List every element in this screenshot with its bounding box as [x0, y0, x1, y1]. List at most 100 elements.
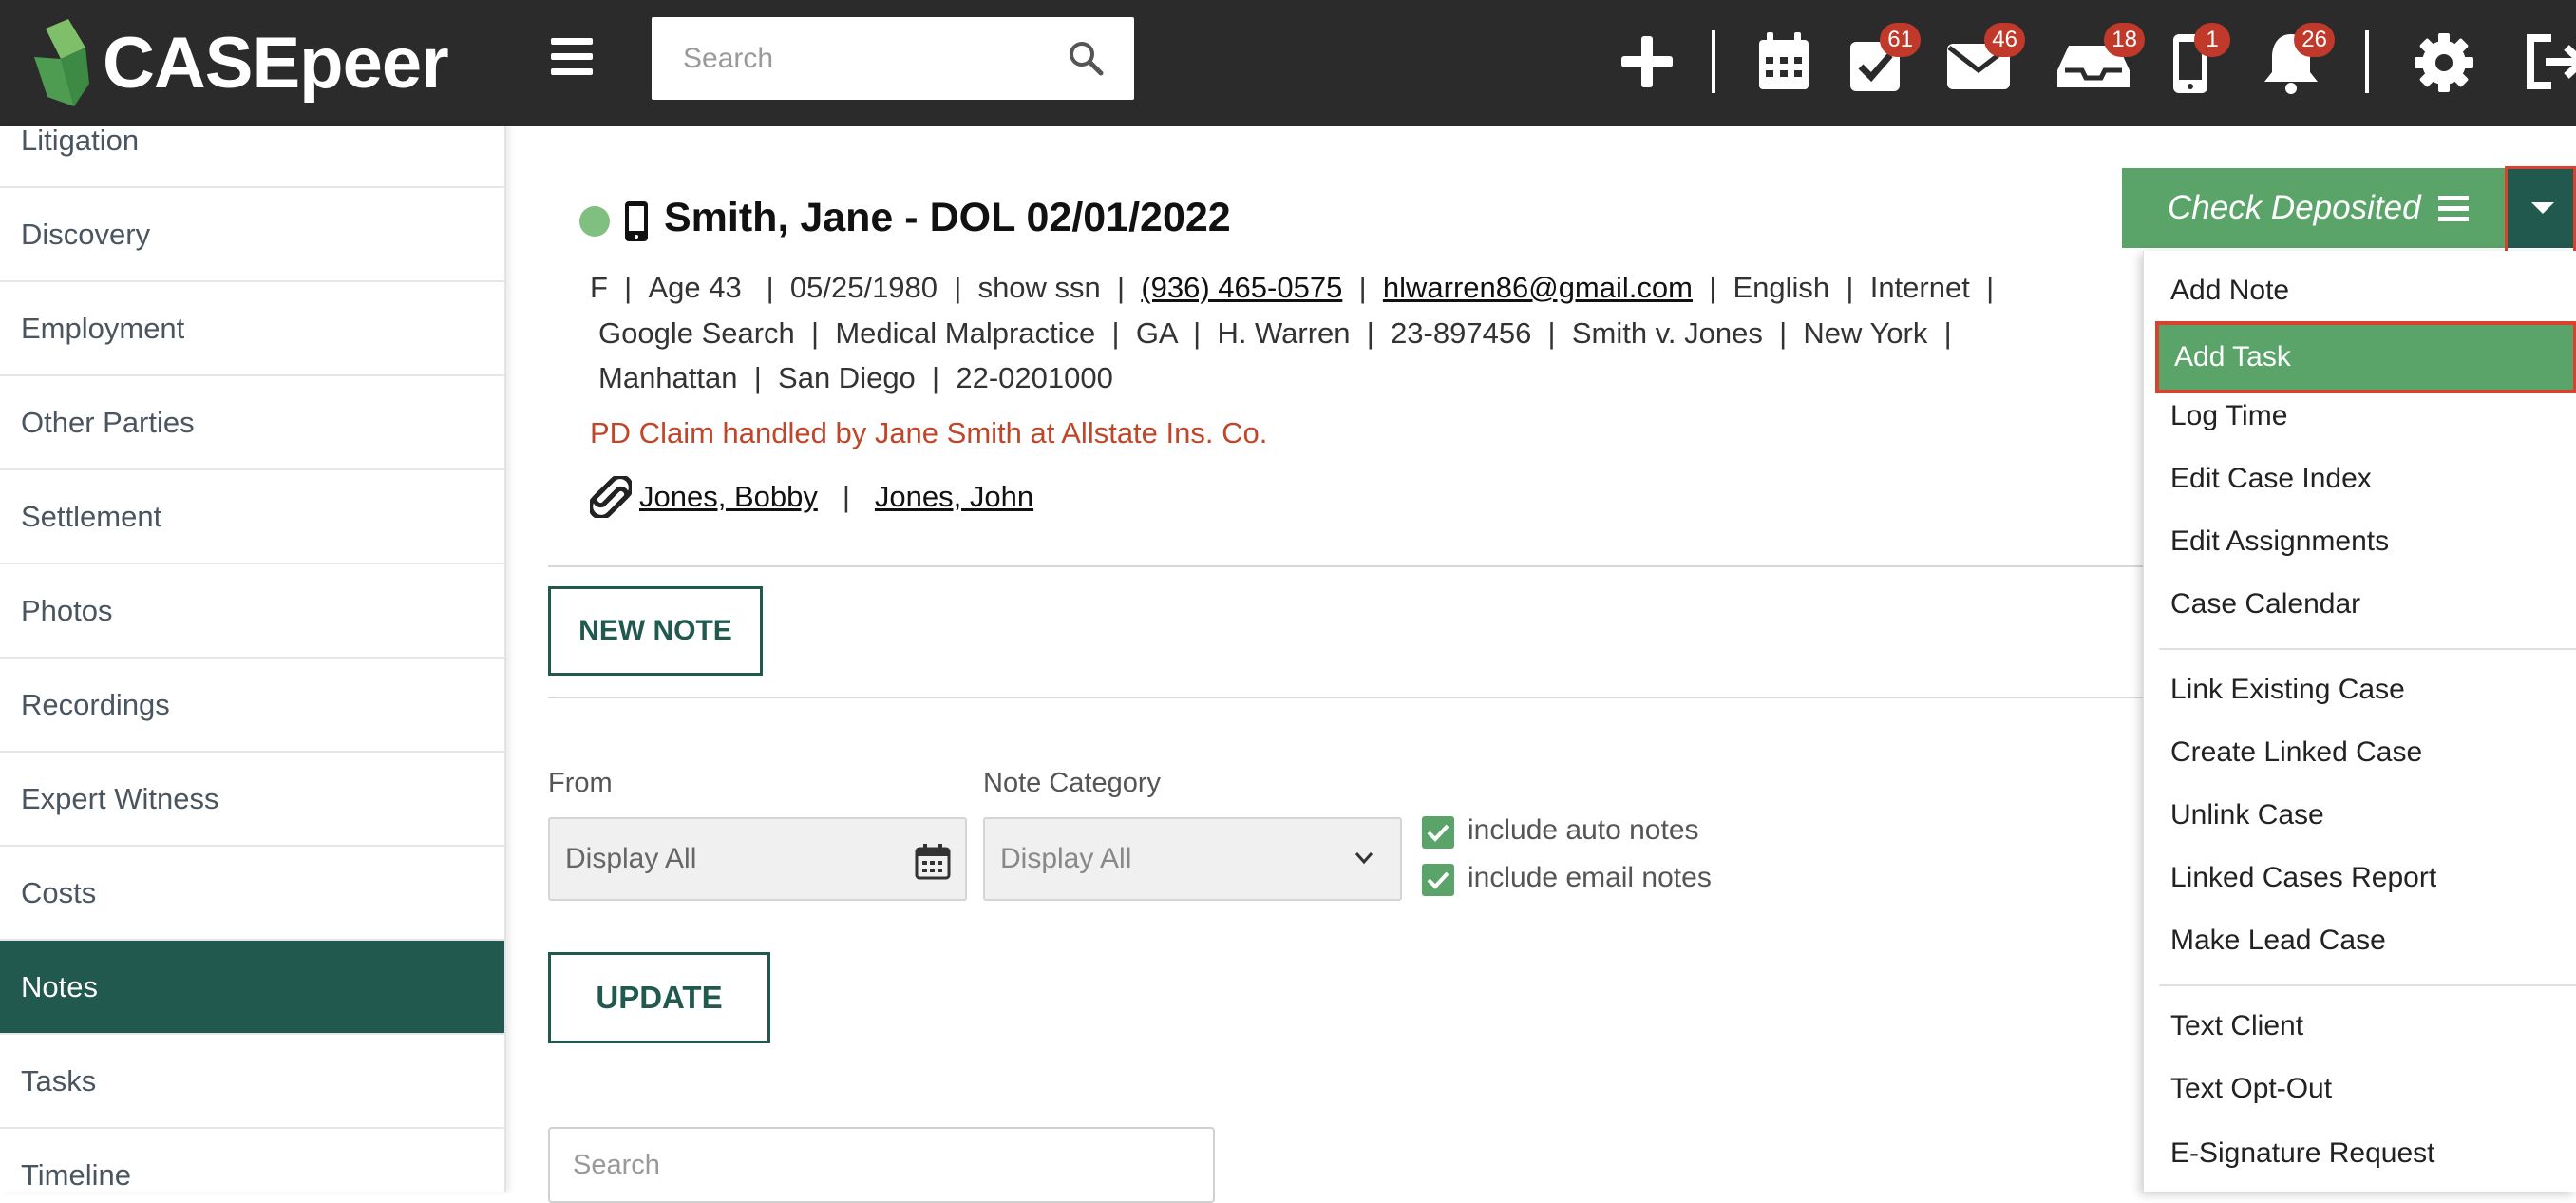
gender: F: [590, 271, 608, 304]
office: San Diego: [778, 361, 916, 394]
menu-item-create-linked-case[interactable]: Create Linked Case: [2144, 722, 2576, 783]
divider: [1712, 30, 1715, 93]
menu-item-make-lead-case[interactable]: Make Lead Case: [2144, 910, 2576, 971]
menu-item-case-calendar[interactable]: Case Calendar: [2144, 574, 2576, 635]
menu-item-text-opt-out[interactable]: Text Opt-Out: [2144, 1059, 2576, 1119]
mail-icon[interactable]: 46: [1945, 23, 2025, 95]
inbox-icon[interactable]: 18: [2055, 23, 2145, 95]
sidebar-item-litigation[interactable]: Litigation: [0, 126, 504, 188]
logout-icon[interactable]: [2523, 29, 2576, 95]
from-label: From: [548, 768, 613, 798]
calendar-icon[interactable]: [1753, 29, 1814, 95]
include-email-notes-label: include email notes: [1468, 862, 1712, 893]
sidebar-item-photos[interactable]: Photos: [0, 564, 504, 659]
menu-item-text-client[interactable]: Text Client: [2144, 996, 2576, 1057]
age: Age 43: [648, 271, 742, 304]
pd-claim-note: PD Claim handled by Jane Smith at Allsta…: [590, 416, 1268, 449]
add-icon[interactable]: [1617, 29, 1677, 95]
search-icon[interactable]: [1068, 40, 1104, 76]
mobile-phone-icon[interactable]: 1: [2171, 23, 2230, 95]
case-title: Smith, Jane - DOL 02/01/2022: [664, 195, 1231, 240]
menu-item-add-note[interactable]: Add Note: [2144, 260, 2576, 321]
menu-divider: [2159, 984, 2576, 986]
include-email-notes-checkbox[interactable]: [1422, 864, 1454, 896]
case-info-line-2: Google Search | Medical Malpractice | GA…: [598, 316, 1952, 350]
logo-icon: [34, 19, 89, 106]
menu-item-e-signature-request[interactable]: E-Signature Request: [2144, 1123, 2576, 1184]
linked-case-link[interactable]: Jones, Bobby: [639, 480, 818, 514]
sidebar-item-tasks[interactable]: Tasks: [0, 1035, 504, 1129]
email-link[interactable]: hlwarren86@gmail.com: [1383, 271, 1693, 304]
county: Manhattan: [598, 361, 738, 394]
calendar-icon[interactable]: [914, 842, 952, 880]
menu-item-linked-cases-report[interactable]: Linked Cases Report: [2144, 848, 2576, 908]
source: Internet: [1869, 271, 1970, 304]
case-status-dot: [579, 206, 610, 237]
notifications-count-badge: 26: [2294, 23, 2335, 57]
global-search: [652, 17, 1134, 100]
link-icon: [590, 476, 632, 518]
case-info-line-3: Manhattan | San Diego | 22-0201000: [598, 361, 1113, 394]
attorney: H. Warren: [1217, 316, 1351, 350]
menu-item-edit-case-index[interactable]: Edit Case Index: [2144, 449, 2576, 509]
venue: New York: [1803, 316, 1928, 350]
sidebar-item-recordings[interactable]: Recordings: [0, 659, 504, 753]
divider: [548, 565, 2191, 567]
app-logo[interactable]: CASEpeer: [30, 13, 449, 112]
tasks-icon[interactable]: 61: [1847, 23, 1921, 95]
check-deposited-button[interactable]: Check Deposited: [2122, 168, 2507, 248]
menu-item-edit-assignments[interactable]: Edit Assignments: [2144, 511, 2576, 572]
sidebar-item-expert-witness[interactable]: Expert Witness: [0, 753, 504, 847]
sidebar-item-other-parties[interactable]: Other Parties: [0, 376, 504, 470]
case-info-line-1: F | Age 43 | 05/25/1980 | show ssn | (93…: [590, 271, 1995, 304]
include-auto-notes-checkbox[interactable]: [1422, 816, 1454, 849]
sidebar-item-employment[interactable]: Employment: [0, 282, 504, 376]
divider: [2365, 30, 2369, 93]
file-number: 22-0201000: [956, 361, 1113, 394]
sidebar-item-discovery[interactable]: Discovery: [0, 188, 504, 282]
sidebar-item-timeline[interactable]: Timeline: [0, 1129, 504, 1192]
menu-toggle-icon[interactable]: [551, 38, 593, 80]
notes-search: [548, 1127, 1215, 1203]
language: English: [1733, 271, 1830, 304]
linked-cases: Jones, Bobby | Jones, John: [590, 474, 1033, 520]
menu-item-unlink-case[interactable]: Unlink Case: [2144, 785, 2576, 846]
menu-item-link-existing-case[interactable]: Link Existing Case: [2144, 659, 2576, 720]
case-actions-dropdown: Add Note Add Task Log Time Edit Case Ind…: [2143, 251, 2576, 1192]
sidebar-item-settlement[interactable]: Settlement: [0, 470, 504, 564]
include-auto-notes-label: include auto notes: [1468, 814, 1699, 846]
divider: [548, 697, 2191, 698]
texts-count-badge: 1: [2194, 23, 2230, 57]
dob: 05/25/1980: [789, 271, 938, 304]
from-date-field[interactable]: Display All: [548, 817, 967, 901]
case-number: 23-897456: [1391, 316, 1532, 350]
highlight-outline: [2505, 166, 2576, 254]
phone-link[interactable]: (936) 465-0575: [1141, 271, 1342, 304]
notifications-bell-icon[interactable]: 26: [2261, 23, 2335, 95]
state: GA: [1135, 316, 1177, 350]
list-icon: [2437, 190, 2469, 227]
mobile-phone-icon: [625, 201, 648, 241]
linked-case-link[interactable]: Jones, John: [875, 480, 1033, 514]
menu-divider: [2159, 648, 2576, 650]
show-ssn-link[interactable]: show ssn: [978, 271, 1101, 304]
sidebar-item-costs[interactable]: Costs: [0, 847, 504, 941]
sidebar-item-notes[interactable]: Notes: [0, 941, 504, 1035]
logo-text: CASEpeer: [103, 22, 449, 104]
case-type: Medical Malpractice: [835, 316, 1096, 350]
referral-source: Google Search: [598, 316, 795, 350]
inbox-count-badge: 18: [2104, 23, 2145, 57]
notes-search-input[interactable]: [550, 1129, 1213, 1201]
update-button[interactable]: UPDATE: [548, 952, 770, 1043]
chevron-down-icon: [1354, 852, 1373, 865]
tasks-count-badge: 61: [1880, 23, 1921, 57]
settings-gear-icon[interactable]: [2413, 29, 2475, 95]
menu-item-add-task[interactable]: Add Task: [2155, 321, 2576, 393]
top-bar: CASEpeer 61 46: [0, 0, 2576, 126]
sidebar-nav: Litigation Discovery Employment Other Pa…: [0, 126, 506, 1192]
global-search-input[interactable]: [652, 17, 1051, 100]
mail-count-badge: 46: [1984, 23, 2025, 57]
note-category-select[interactable]: Display All: [983, 817, 1402, 901]
new-note-button[interactable]: NEW NOTE: [548, 586, 763, 676]
menu-item-log-time[interactable]: Log Time: [2144, 386, 2576, 447]
